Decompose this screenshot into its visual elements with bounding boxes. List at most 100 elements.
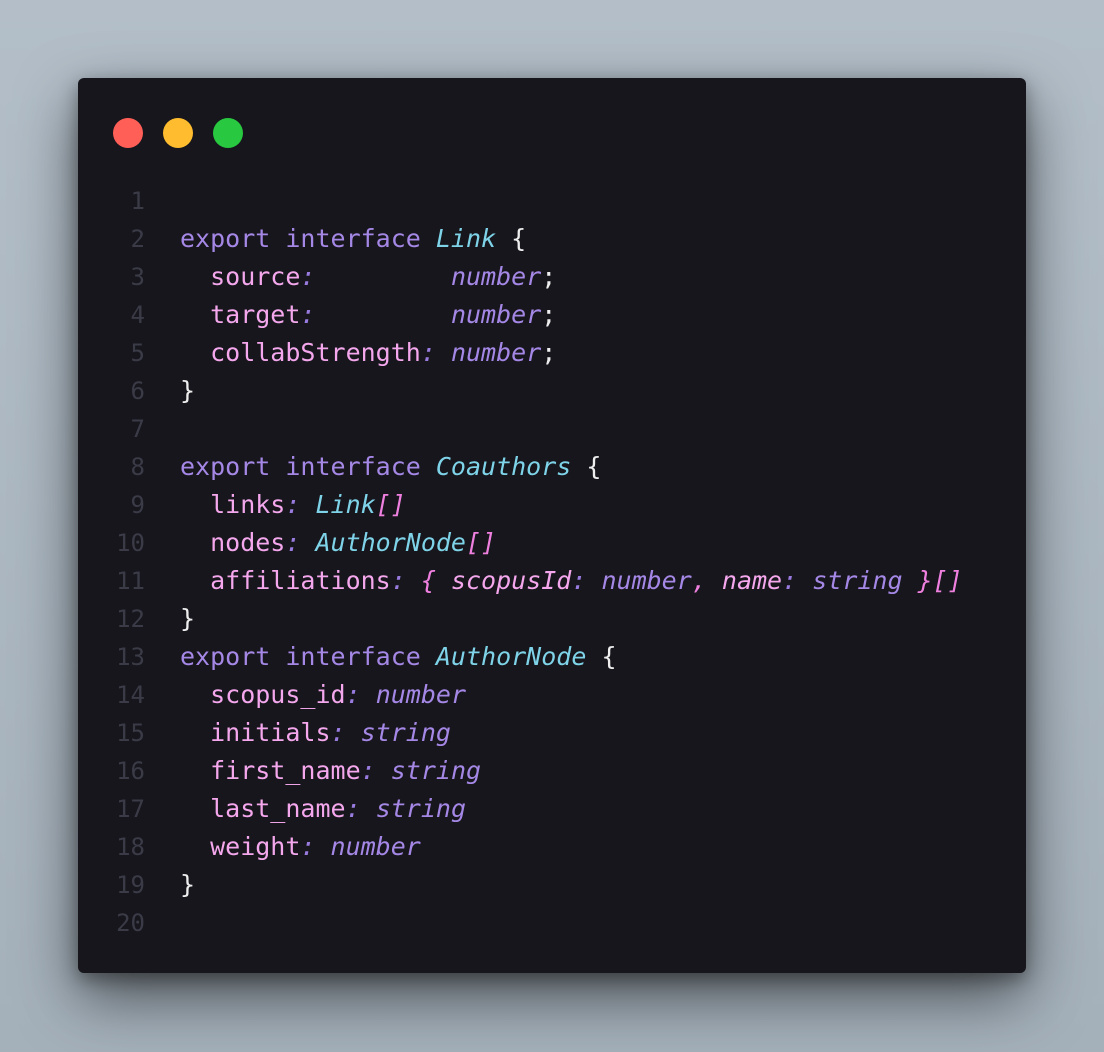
code-token: number [375, 680, 466, 709]
code-token: links [180, 490, 286, 519]
code-token: : [420, 338, 451, 367]
code-line: 17 last_name: string [78, 790, 1026, 828]
line-content: affiliations: { scopusId: number, name: … [180, 562, 963, 600]
code-line: 5 collabStrength: number; [78, 334, 1026, 372]
code-token: string [375, 794, 466, 823]
code-token: ; [541, 262, 557, 291]
line-number: 6 [130, 377, 145, 405]
code-token: AuthorNode [315, 528, 466, 557]
line-number: 8 [130, 453, 145, 481]
line-content: collabStrength: number; [180, 334, 556, 372]
code-token: initials [180, 718, 331, 747]
code-line: 4 target: number; [78, 296, 1026, 334]
line-number: 3 [130, 263, 145, 291]
code-line: 20 [78, 904, 1026, 942]
code-token: : [300, 832, 331, 861]
code-token: number [330, 832, 421, 861]
code-token: name [721, 566, 783, 595]
code-token: : [300, 262, 451, 291]
line-number: 7 [130, 415, 145, 443]
code-token: number [450, 300, 542, 329]
code-token: Link [435, 224, 497, 253]
line-number: 2 [130, 225, 145, 253]
line-number: 17 [116, 795, 145, 823]
code-token: source [180, 262, 301, 291]
window-controls [113, 118, 243, 148]
code-token: : [390, 566, 421, 595]
code-line: 8 export interface Coauthors { [78, 448, 1026, 486]
code-token: { [496, 224, 527, 253]
code-token: } [180, 870, 196, 899]
code-token: export interface [180, 224, 436, 253]
code-token: weight [180, 832, 301, 861]
code-line: 7 [78, 410, 1026, 448]
code-token: : [360, 756, 391, 785]
code-line: 14 scopus_id: number [78, 676, 1026, 714]
maximize-button[interactable] [213, 118, 243, 148]
code-token: number [450, 338, 542, 367]
code-token: string [812, 566, 903, 595]
code-line: 11 affiliations: { scopusId: number, nam… [78, 562, 1026, 600]
line-content: nodes: AuthorNode[] [180, 524, 496, 562]
code-token: : [285, 528, 316, 557]
line-number: 5 [130, 339, 145, 367]
close-button[interactable] [113, 118, 143, 148]
code-token: scopus_id [180, 680, 346, 709]
line-content: links: Link[] [180, 486, 406, 524]
code-line: 1 [78, 182, 1026, 220]
line-content: first_name: string [180, 752, 481, 790]
line-content: export interface Link { [180, 220, 526, 258]
code-token: Coauthors [435, 452, 572, 481]
line-number: 12 [116, 605, 145, 633]
code-line: 10 nodes: AuthorNode[] [78, 524, 1026, 562]
code-token: AuthorNode [435, 642, 587, 671]
code-token: : [345, 680, 376, 709]
minimize-button[interactable] [163, 118, 193, 148]
code-token: : [300, 300, 451, 329]
line-content: source: number; [180, 258, 556, 296]
code-token: { [586, 642, 617, 671]
line-content: weight: number [180, 828, 421, 866]
code-token: collabStrength [180, 338, 421, 367]
code-token: export interface [180, 642, 436, 671]
line-number: 10 [116, 529, 145, 557]
code-line: 19} [78, 866, 1026, 904]
code-token: : [571, 566, 602, 595]
line-number: 4 [130, 301, 145, 329]
line-content: target: number; [180, 296, 556, 334]
code-token: Link [315, 490, 376, 519]
line-content: initials: string [180, 714, 451, 752]
line-content: scopus_id: number [180, 676, 466, 714]
line-number: 13 [116, 643, 145, 671]
code-token: } [180, 604, 196, 633]
code-token: nodes [180, 528, 286, 557]
line-content: } [180, 600, 195, 638]
code-token: : [345, 794, 376, 823]
line-content: } [180, 866, 195, 904]
code-line: 16 first_name: string [78, 752, 1026, 790]
line-number: 16 [116, 757, 145, 785]
code-token: : [782, 566, 813, 595]
line-content: export interface AuthorNode { [180, 638, 617, 676]
code-token: target [180, 300, 301, 329]
code-line: 15 initials: string [78, 714, 1026, 752]
code-line: 13 export interface AuthorNode { [78, 638, 1026, 676]
code-token: { [420, 566, 451, 595]
code-token: } [180, 376, 196, 405]
code-token: number [601, 566, 692, 595]
line-number: 1 [130, 187, 145, 215]
code-token: { [571, 452, 602, 481]
line-number: 11 [116, 567, 145, 595]
line-number: 14 [116, 681, 145, 709]
code-token: string [390, 756, 482, 785]
code-line: 3 source: number; [78, 258, 1026, 296]
line-content: last_name: string [180, 790, 466, 828]
code-line: 18 weight: number [78, 828, 1026, 866]
code-token: [] [465, 528, 497, 557]
code-token: affiliations [180, 566, 391, 595]
line-number: 19 [116, 871, 145, 899]
line-number: 9 [130, 491, 145, 519]
code-token: , [691, 566, 722, 595]
line-number: 15 [116, 719, 145, 747]
code-token: ; [541, 300, 557, 329]
